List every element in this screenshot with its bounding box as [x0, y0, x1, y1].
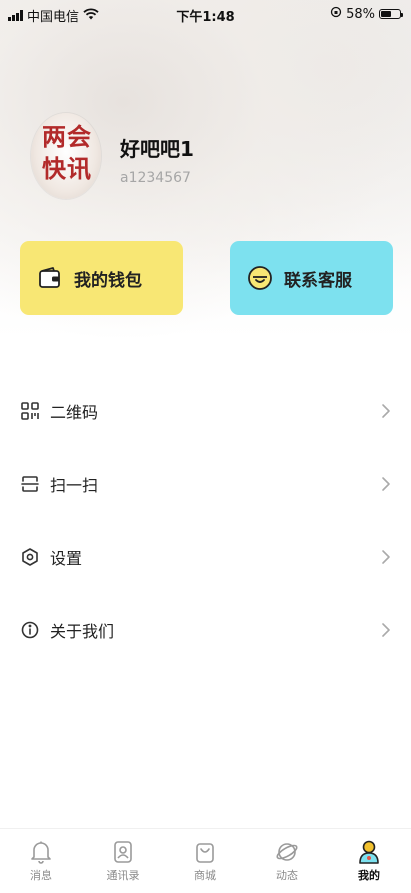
tab-mall[interactable]: 商城 [164, 835, 246, 889]
orientation-lock-icon [330, 6, 342, 22]
menu-label-about: 关于我们 [50, 622, 115, 641]
chevron-right-icon [381, 549, 391, 565]
tab-label-contacts: 通讯录 [106, 869, 140, 882]
settings-icon [20, 547, 40, 567]
tab-label-mall: 商城 [194, 869, 216, 882]
status-right: 58% [330, 6, 403, 22]
chevron-right-icon [381, 403, 391, 419]
menu-item-settings[interactable]: 设置 [0, 535, 411, 579]
avatar[interactable]: 两会 快讯 [31, 113, 101, 199]
tab-contacts[interactable]: 通讯录 [82, 835, 164, 889]
avatar-image-text: 两会 快讯 [42, 122, 92, 183]
customer-service-label: 联系客服 [284, 270, 352, 291]
tab-me[interactable]: 我的 [328, 835, 410, 889]
tab-label-messages: 消息 [30, 869, 52, 882]
shopping-bag-icon [192, 839, 218, 865]
menu-item-qrcode[interactable]: 二维码 [0, 389, 411, 433]
chevron-right-icon [381, 476, 391, 492]
wallet-label: 我的钱包 [74, 270, 142, 291]
tab-label-me: 我的 [358, 869, 380, 882]
user-icon [356, 839, 382, 865]
info-icon [20, 620, 40, 640]
status-bar: 中国电信 下午1:48 58% [0, 0, 411, 28]
bottom-tab-bar: 消息 通讯录 商城 动态 我的 [0, 828, 411, 893]
menu-label-scan: 扫一扫 [50, 476, 99, 495]
wallet-button[interactable]: 我的钱包 [20, 241, 183, 315]
bell-icon [28, 839, 54, 865]
tab-moments[interactable]: 动态 [246, 835, 328, 889]
tab-messages[interactable]: 消息 [0, 835, 82, 889]
menu-item-scan[interactable]: 扫一扫 [0, 462, 411, 506]
menu-label-qrcode: 二维码 [50, 403, 99, 422]
menu-item-about[interactable]: 关于我们 [0, 608, 411, 652]
chevron-right-icon [381, 622, 391, 638]
battery-percent: 58% [346, 6, 375, 22]
customer-service-icon [247, 265, 273, 291]
contacts-icon [110, 839, 136, 865]
username: 好吧吧1 [120, 137, 194, 161]
customer-service-button[interactable]: 联系客服 [230, 241, 393, 315]
tab-label-moments: 动态 [276, 869, 298, 882]
planet-icon [274, 839, 300, 865]
scan-icon [20, 474, 40, 494]
menu-label-settings: 设置 [50, 549, 83, 568]
user-id: a1234567 [120, 170, 191, 186]
qrcode-icon [20, 401, 40, 421]
battery-icon [379, 9, 403, 19]
wallet-icon [37, 265, 63, 291]
